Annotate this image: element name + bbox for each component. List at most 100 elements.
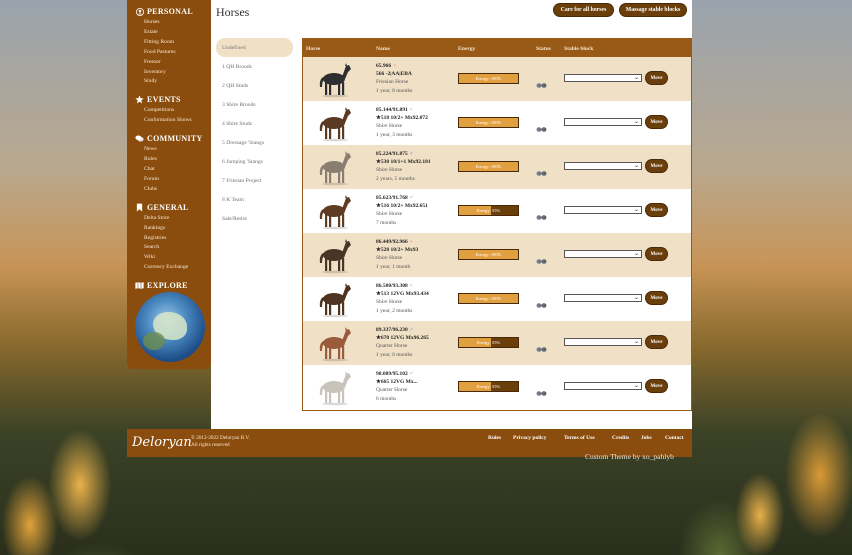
sidebar-item-estate[interactable]: Estate <box>127 28 211 38</box>
sidebar-item-currency-exchange[interactable]: Currency Exchange <box>127 263 211 273</box>
sidebar-heading-explore[interactable]: EXPLORE <box>127 279 211 292</box>
move-button[interactable]: Move <box>645 247 668 261</box>
horse-image[interactable] <box>315 192 355 230</box>
sidebar-item-rules[interactable]: Rules <box>127 155 211 165</box>
horse-image[interactable] <box>315 280 355 318</box>
map-icon <box>135 281 144 290</box>
stable-tab-3[interactable]: 2 QH Studs <box>216 76 293 95</box>
footer-link-credits[interactable]: Credits <box>612 435 629 441</box>
sidebar-item-news[interactable]: News <box>127 145 211 155</box>
stable-block-select[interactable]: ⌄ <box>564 206 642 214</box>
stable-tab-1[interactable]: Undefined <box>216 38 293 57</box>
sidebar-item-wiki[interactable]: Wiki <box>127 253 211 263</box>
horse-name-link[interactable]: 566 -2|AA|EBA <box>376 70 412 78</box>
move-button[interactable]: Move <box>645 203 668 217</box>
horse-name-link[interactable]: ★528 10/2+ Mx93 <box>376 246 418 254</box>
move-button[interactable]: Move <box>645 71 668 85</box>
stable-tab-5[interactable]: 4 Shire Studs <box>216 114 293 133</box>
bookmark-icon <box>135 203 144 212</box>
chevron-down-icon: ⌄ <box>633 251 639 257</box>
energy-label: Energy: 55% <box>476 208 501 213</box>
stable-block-select[interactable]: ⌄ <box>564 382 642 390</box>
custom-theme-credit: Custom Theme by xo_pahlyb <box>585 452 674 461</box>
status-icon <box>536 164 547 176</box>
stable-block-select[interactable]: ⌄ <box>564 338 642 346</box>
explore-globe-map[interactable] <box>135 292 205 362</box>
horse-name-link[interactable]: ★513 12VG Mx93.434 <box>376 290 429 298</box>
horse-image[interactable] <box>315 324 355 362</box>
energy-label: Energy: 100% <box>475 120 502 125</box>
sidebar-item-forum[interactable]: Forum <box>127 175 211 185</box>
sidebar-item-clubs[interactable]: Clubs <box>127 185 211 195</box>
horse-image[interactable] <box>315 60 355 98</box>
sidebar-item-fitting-room[interactable]: Fitting Room <box>127 38 211 48</box>
sidebar-item-registries[interactable]: Registries <box>127 234 211 244</box>
horse-image[interactable] <box>315 236 355 274</box>
footer-logo[interactable]: Deloryan <box>132 435 192 450</box>
stable-block-select[interactable]: ⌄ <box>564 118 642 126</box>
massage-stable-blocks-button[interactable]: Massage stable blocks <box>619 3 687 17</box>
footer-link-terms-of-use[interactable]: Terms of Use <box>564 435 595 441</box>
care-all-horses-button[interactable]: Care for all horses <box>553 3 614 17</box>
horse-age: 1 year, 8 months <box>376 87 413 94</box>
stable-tab-8[interactable]: 7 Friesian Project <box>216 171 293 190</box>
horse-image[interactable] <box>315 368 355 406</box>
sidebar-heading-community[interactable]: COMMUNITY <box>127 132 211 145</box>
horses-table: Horse Name Energy Status Stable block 65… <box>302 38 692 411</box>
horse-name-link[interactable]: ★670 12VG Mx96.265 <box>376 334 429 342</box>
header-horse: Horse <box>306 46 321 52</box>
sidebar-heading-label: GENERAL <box>147 202 189 212</box>
sidebar-heading-general[interactable]: GENERAL <box>127 201 211 214</box>
sidebar-item-study[interactable]: Study <box>127 77 211 87</box>
footer-link-contact[interactable]: Contact <box>665 435 684 441</box>
move-button[interactable]: Move <box>645 115 668 129</box>
sidebar-section-explore: EXPLORE <box>127 279 211 292</box>
sidebar-item-conformation-shows[interactable]: Conformation Shows <box>127 116 211 126</box>
chat-icon <box>135 134 144 143</box>
sidebar-section-events: EVENTS Competitions Conformation Shows <box>127 93 211 126</box>
stable-tab-6[interactable]: 5 Dressage 'Stangs <box>216 133 293 152</box>
sidebar-item-food-pastures[interactable]: Food Pastures <box>127 48 211 58</box>
sidebar-item-search[interactable]: Search <box>127 243 211 253</box>
sidebar-item-chat[interactable]: Chat <box>127 165 211 175</box>
stable-list: Undefined 1 QH Broods 2 QH Studs 3 Shire Br… <box>216 38 293 228</box>
footer-link-jobs[interactable]: Jobs <box>641 435 652 441</box>
stable-tab-7[interactable]: 6 Jumping 'Stangs <box>216 152 293 171</box>
sidebar-item-rankings[interactable]: Rankings <box>127 224 211 234</box>
sidebar-heading-personal[interactable]: PERSONAL <box>127 5 211 18</box>
energy-bar: Energy: 100% <box>458 249 519 260</box>
horse-image[interactable] <box>315 148 355 186</box>
horse-name-link[interactable]: ★516 10/2+ Mx92.651 <box>376 202 428 210</box>
sidebar-item-freezer[interactable]: Freezer <box>127 58 211 68</box>
energy-bar: Energy: 100% <box>458 73 519 84</box>
horse-age: 6 months <box>376 395 397 402</box>
horse-breed: Shire Horse <box>376 255 403 262</box>
stable-tab-2[interactable]: 1 QH Broods <box>216 57 293 76</box>
sidebar-heading-label: EVENTS <box>147 95 181 105</box>
move-button[interactable]: Move <box>645 335 668 349</box>
stable-block-select[interactable]: ⌄ <box>564 74 642 82</box>
sidebar-item-horses[interactable]: Horses <box>127 18 211 28</box>
stable-tab-4[interactable]: 3 Shire Broods <box>216 95 293 114</box>
stable-block-select[interactable]: ⌄ <box>564 250 642 258</box>
horse-name-link[interactable]: ★665 12VG Mx... <box>376 378 418 386</box>
stable-tab-9[interactable]: 8 K Team <box>216 190 293 209</box>
sidebar-item-competitions[interactable]: Competitions <box>127 106 211 116</box>
sidebar-item-delta-store[interactable]: Delta Store <box>127 214 211 224</box>
stable-block-select[interactable]: ⌄ <box>564 162 642 170</box>
move-button[interactable]: Move <box>645 159 668 173</box>
move-button[interactable]: Move <box>645 379 668 393</box>
star-icon <box>135 95 144 104</box>
horse-name-link[interactable]: ★518 10/2+ Mx92.072 <box>376 114 428 122</box>
move-button[interactable]: Move <box>645 291 668 305</box>
footer-link-privacy-policy[interactable]: Privacy policy <box>513 435 546 441</box>
sidebar-heading-events[interactable]: EVENTS <box>127 93 211 106</box>
sidebar-item-inventory[interactable]: Inventory <box>127 68 211 78</box>
horse-name-link[interactable]: ★530 10/1+1 Mx92.181 <box>376 158 431 166</box>
status-icon <box>536 340 547 352</box>
stable-block-select[interactable]: ⌄ <box>564 294 642 302</box>
horse-image[interactable] <box>315 104 355 142</box>
horse-name-cell: 65.966 ♀ 566 -2|AA|EBA Friesian Horse 1 yea… <box>376 62 412 95</box>
stable-tab-10[interactable]: Sale/Retire <box>216 209 293 228</box>
footer-link-rules[interactable]: Rules <box>488 435 501 441</box>
